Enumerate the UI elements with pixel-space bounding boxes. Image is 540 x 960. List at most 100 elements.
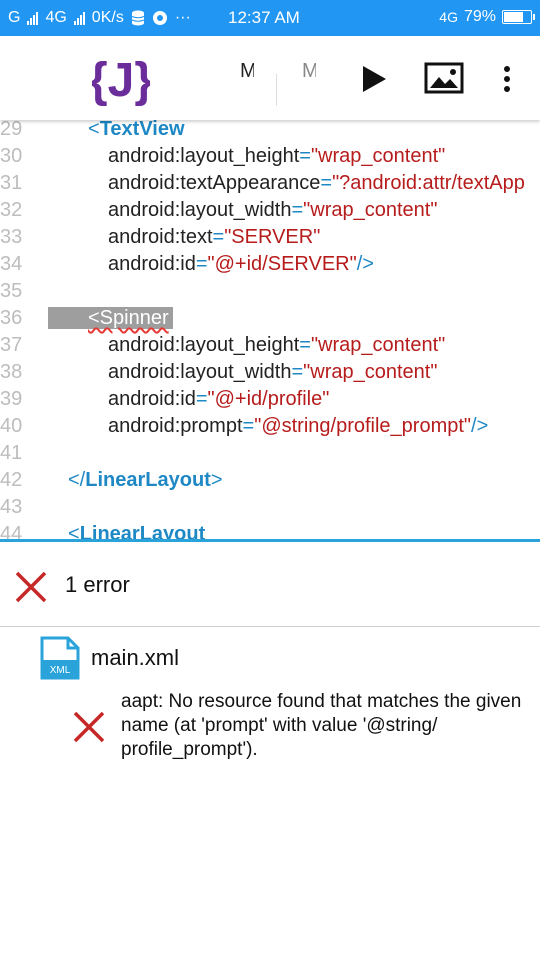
line-number: 36 <box>0 307 23 329</box>
line-number: 39 <box>0 388 23 410</box>
line-number: 30 <box>0 145 23 167</box>
code-line[interactable]: 41 <box>0 440 540 467</box>
code-line[interactable]: 31 android:textAppearance="?android:attr/… <box>0 170 540 197</box>
code-text: <TextView <box>88 120 185 143</box>
xml-file-icon: XML <box>40 636 80 685</box>
line-number: 41 <box>0 442 23 464</box>
code-token-val: "wrap_content" <box>310 145 446 167</box>
code-token-attr: android:text <box>108 226 213 248</box>
code-text: <LinearLayout <box>68 521 205 540</box>
tab-main-1[interactable]: MAIN <box>240 60 254 116</box>
divider <box>0 626 540 627</box>
image-icon[interactable] <box>424 62 464 94</box>
code-token-val: "@+id/SERVER" <box>207 253 357 275</box>
status-bar: G 4G 0K/s ··· 12:37 AM 4G 79% <box>0 0 540 36</box>
code-token-eq: = <box>212 226 225 248</box>
error-x-icon <box>15 571 47 603</box>
app-bar: {J} MAIN MAIN <box>0 36 540 120</box>
code-line[interactable]: 44 <LinearLayout <box>0 521 540 540</box>
code-token-eq: = <box>195 388 208 410</box>
code-line[interactable]: 35 <box>0 278 540 305</box>
code-token-val: "@string/profile_prompt" <box>254 415 472 437</box>
code-text: android:textAppearance="?android:attr/te… <box>108 170 525 197</box>
sim1-label: G <box>8 9 21 26</box>
code-token-eq: = <box>299 145 311 167</box>
line-number: 44 <box>0 523 23 540</box>
code-text: android:text="SERVER" <box>108 224 320 251</box>
line-number: 43 <box>0 496 23 518</box>
code-line[interactable]: 42 </LinearLayout> <box>0 467 540 494</box>
code-text: android:prompt="@string/profile_prompt"/… <box>108 413 488 440</box>
code-token-val: "wrap_content" <box>303 361 438 383</box>
code-text: android:id="@+id/SERVER"/> <box>108 251 374 278</box>
code-line[interactable]: 36 <Spinner <box>0 305 540 332</box>
code-token-punct: /> <box>471 415 489 437</box>
code-token-val: "@+id/profile" <box>207 388 330 410</box>
code-line[interactable]: 29 <TextView <box>0 120 540 143</box>
code-token-val: "wrap_content" <box>310 334 446 356</box>
code-line[interactable]: 34 android:id="@+id/SERVER"/> <box>0 251 540 278</box>
battery-icon <box>502 10 535 24</box>
code-text: android:layout_height="wrap_content" <box>108 143 445 170</box>
chrome-icon <box>152 11 167 25</box>
code-token-punct: </ <box>68 469 86 491</box>
error-count: 1 error <box>65 572 130 597</box>
run-icon[interactable] <box>360 64 388 94</box>
sim2-label: 4G <box>45 9 67 26</box>
code-editor[interactable]: 29 <TextView 30 android:layout_height="wrap… <box>0 120 540 540</box>
line-number: 40 <box>0 415 23 437</box>
code-token-punct: /> <box>356 253 374 275</box>
code-text: </LinearLayout> <box>68 467 223 494</box>
code-line[interactable]: 39 android:id="@+id/profile" <box>0 386 540 413</box>
database-icon <box>131 10 145 26</box>
code-token-eq: = <box>291 199 304 221</box>
line-number: 42 <box>0 469 23 491</box>
code-token-attr: android:id <box>108 253 196 275</box>
code-token-attr: android:layout_height <box>108 145 300 167</box>
code-text: android:layout_width="wrap_content" <box>108 359 437 386</box>
code-line[interactable]: 38 android:layout_width="wrap_content" <box>0 359 540 386</box>
more-vert-icon[interactable] <box>501 64 513 94</box>
error-summary[interactable]: 1 error <box>0 542 540 626</box>
network-type: 4G <box>439 9 458 25</box>
code-token-eq: = <box>291 361 304 383</box>
code-line[interactable]: 40 android:prompt="@string/profile_prompt… <box>0 413 540 440</box>
code-token-eq: = <box>320 172 333 194</box>
code-line[interactable]: 43 <box>0 494 540 521</box>
code-text: android:id="@+id/profile" <box>108 386 329 413</box>
code-token-tag: LinearLayout <box>85 469 211 491</box>
error-message[interactable]: aapt: No resource found that matches the… <box>121 690 531 762</box>
code-token-attr: android:layout_width <box>108 199 292 221</box>
xml-badge: XML <box>50 665 71 676</box>
code-line[interactable]: 32 android:layout_width="wrap_content" <box>0 197 540 224</box>
app-logo[interactable]: {J} <box>89 50 153 113</box>
code-token-punct: < <box>68 523 80 540</box>
code-token-attr: android:layout_width <box>108 361 292 383</box>
line-number: 35 <box>0 280 23 302</box>
code-line[interactable]: 30 android:layout_height="wrap_content" <box>0 143 540 170</box>
line-number: 29 <box>0 120 23 140</box>
logo-glyph: {J} <box>92 54 150 107</box>
line-number: 34 <box>0 253 23 275</box>
error-file-name[interactable]: main.xml <box>91 645 179 671</box>
line-number: 37 <box>0 334 23 356</box>
code-token-tag: LinearLayout <box>79 523 206 540</box>
code-line[interactable]: 37 android:layout_height="wrap_content" <box>0 332 540 359</box>
code-token-eq: = <box>299 334 311 356</box>
code-token-val: "wrap_content" <box>303 199 438 221</box>
signal-icon <box>73 11 85 25</box>
code-text: <Spinner <box>48 305 173 332</box>
network-speed: 0K/s <box>91 9 124 26</box>
more-notifications: ··· <box>174 9 191 26</box>
code-token-val: "?android:attr/textApp <box>332 172 525 194</box>
clock: 12:37 AM <box>228 8 300 27</box>
code-token-attr: android:textAppearance <box>108 172 321 194</box>
code-token-tag: TextView <box>99 120 185 140</box>
code-text: android:layout_height="wrap_content" <box>108 332 445 359</box>
code-token-attr: android:id <box>108 388 196 410</box>
error-x-icon <box>73 711 105 743</box>
code-token-punct: < <box>88 120 100 140</box>
code-token-val: "SERVER" <box>224 226 321 248</box>
code-line[interactable]: 33 android:text="SERVER" <box>0 224 540 251</box>
tab-main-2[interactable]: MAIN <box>302 60 316 116</box>
